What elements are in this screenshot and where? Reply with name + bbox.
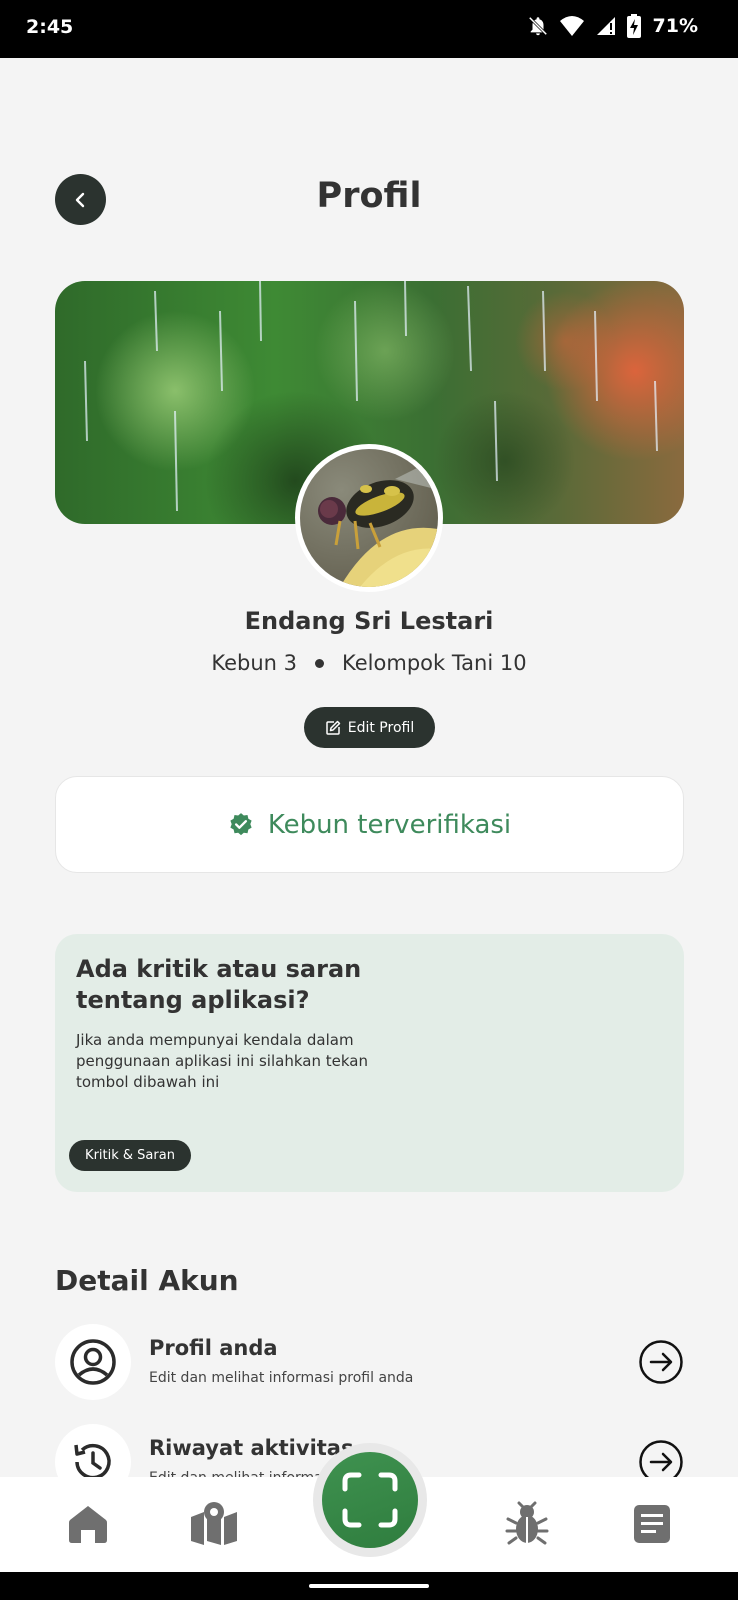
status-bar: 2:45 71% bbox=[0, 0, 738, 58]
user-circle-icon bbox=[55, 1324, 131, 1400]
avatar[interactable] bbox=[295, 444, 443, 592]
user-name: Endang Sri Lestari bbox=[244, 607, 494, 635]
garden-label: Kebun 3 bbox=[211, 651, 298, 675]
feedback-description: Jika anda mempunyai kendala dalam penggu… bbox=[76, 1031, 368, 1091]
gesture-bar bbox=[0, 1572, 738, 1600]
status-time: 2:45 bbox=[26, 16, 74, 38]
menu-item-title: Riwayat aktivitas bbox=[149, 1436, 354, 1460]
feedback-title: Ada kritik atau saran tentang aplikasi? bbox=[76, 955, 362, 1014]
battery-percent: 71% bbox=[652, 15, 698, 37]
battery-charging-icon bbox=[626, 14, 641, 38]
nav-home[interactable] bbox=[63, 1499, 113, 1549]
map-icon bbox=[191, 1502, 237, 1545]
status-icons: 71% bbox=[527, 14, 698, 38]
nav-map[interactable] bbox=[189, 1499, 239, 1549]
verified-badge-icon bbox=[230, 812, 252, 835]
nav-reports[interactable] bbox=[627, 1499, 677, 1549]
nav-pests[interactable] bbox=[502, 1499, 552, 1549]
feedback-button[interactable]: Kritik & Saran bbox=[69, 1140, 191, 1171]
bell-off-icon bbox=[528, 16, 547, 36]
section-title-account: Detail Akun bbox=[55, 1264, 239, 1297]
feedback-card: Ada kritik atau saran tentang aplikasi? … bbox=[55, 934, 684, 1192]
verified-card: Kebun terverifikasi bbox=[55, 776, 684, 873]
menu-item-title: Profil anda bbox=[149, 1336, 278, 1360]
user-meta: Kebun 3 Kelompok Tani 10 bbox=[0, 651, 738, 675]
wifi-icon bbox=[559, 16, 584, 36]
arrow-right-circle-icon bbox=[639, 1340, 683, 1384]
home-indicator[interactable] bbox=[309, 1584, 429, 1588]
separator-dot bbox=[315, 658, 325, 668]
home-icon bbox=[69, 1506, 107, 1543]
page-title: Profil bbox=[316, 176, 422, 216]
verified-label: Kebun terverifikasi bbox=[267, 809, 512, 840]
scan-icon bbox=[342, 1472, 398, 1528]
menu-item-profile[interactable]: Profil anda Edit dan melihat informasi p… bbox=[55, 1324, 684, 1400]
edit-profile-button[interactable]: Edit Profil bbox=[304, 707, 435, 748]
menu-item-subtitle: Edit dan melihat informasi profil anda bbox=[149, 1370, 414, 1386]
group-label: Kelompok Tani 10 bbox=[342, 651, 527, 675]
signal-icon bbox=[596, 17, 615, 35]
avatar-photo bbox=[300, 449, 438, 587]
scan-button[interactable] bbox=[313, 1443, 427, 1557]
edit-icon bbox=[326, 720, 340, 735]
document-icon bbox=[634, 1505, 670, 1543]
edit-profile-label: Edit Profil bbox=[347, 719, 415, 736]
bug-icon bbox=[505, 1501, 549, 1545]
